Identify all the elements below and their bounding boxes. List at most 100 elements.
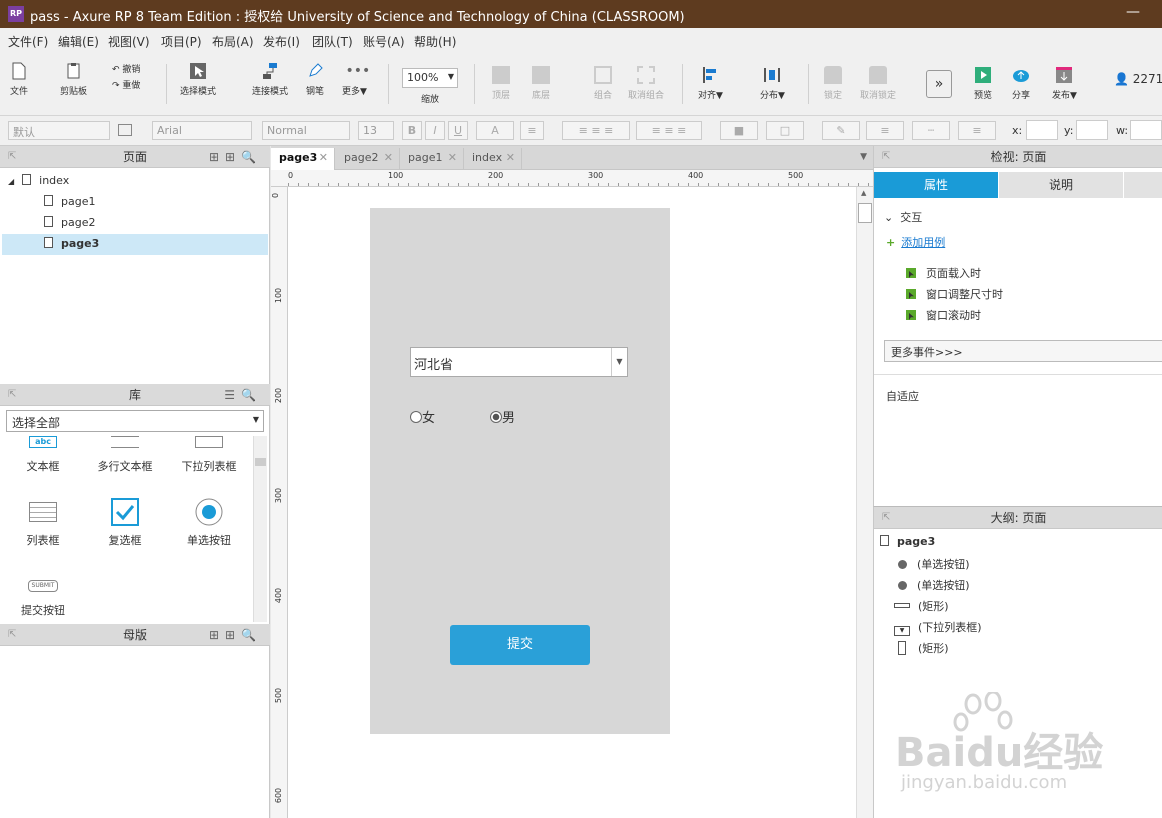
menu-account[interactable]: 账号(A) — [363, 33, 405, 50]
connect-mode-button[interactable]: 连接模式 — [252, 62, 288, 97]
line-style-button[interactable]: ┄ — [912, 121, 950, 140]
align-button[interactable]: 对齐▼ — [698, 66, 723, 101]
menu-project[interactable]: 项目(P) — [161, 33, 202, 50]
library-item-textbox[interactable]: abc 文本框 — [8, 436, 78, 474]
outline-item-radio-1[interactable]: (单选按钮) — [898, 556, 970, 572]
library-panel-actions[interactable]: ☰🔍 — [224, 384, 262, 406]
preview-button[interactable]: 预览 — [974, 66, 992, 101]
more-events-select[interactable]: 更多事件>>> — [884, 340, 1162, 362]
tab-style[interactable] — [1124, 172, 1162, 198]
scrollbar-thumb[interactable] — [858, 203, 872, 223]
design-canvas[interactable]: 河北省 ▼ 女 男 提交 — [288, 187, 856, 818]
group-button[interactable]: 组合 — [594, 66, 612, 101]
user-account[interactable]: 👤 2271 — [1114, 72, 1162, 86]
radio-female[interactable]: 女 — [410, 407, 435, 426]
province-select[interactable]: 河北省 ▼ — [410, 347, 628, 377]
pages-panel-actions[interactable]: ⊞⊞🔍 — [209, 146, 262, 168]
line-color-button[interactable]: ✎ — [822, 121, 860, 140]
tree-item-page3[interactable]: page3 — [44, 237, 99, 250]
library-item-droplist[interactable]: 下拉列表框 — [174, 436, 244, 474]
style-editor-icon[interactable] — [118, 124, 132, 136]
masters-panel-actions[interactable]: ⊞⊞🔍 — [209, 624, 262, 646]
tree-item-index[interactable]: ◢ index — [8, 174, 69, 187]
tabs-dropdown-icon[interactable]: ▼ — [860, 152, 867, 162]
event-window-scroll[interactable]: 窗口滚动时 — [906, 307, 981, 323]
font-color-button[interactable]: A — [476, 121, 514, 140]
ungroup-button[interactable]: 取消组合 — [628, 66, 664, 101]
menu-team[interactable]: 团队(T) — [312, 33, 353, 50]
x-input[interactable] — [1026, 120, 1058, 140]
vertical-align-group[interactable]: ≡ ≡ ≡ — [636, 121, 702, 140]
outline-root-page3[interactable]: page3 — [880, 535, 935, 548]
library-item-textarea[interactable]: 多行文本框 — [90, 436, 160, 474]
canvas-scrollbar[interactable]: ▲ — [856, 187, 873, 818]
menu-file[interactable]: 文件(F) — [8, 33, 48, 50]
underline-button[interactable]: U — [448, 121, 468, 140]
menu-help[interactable]: 帮助(H) — [414, 33, 456, 50]
event-page-load[interactable]: 页面载入时 — [906, 265, 981, 281]
library-filter-select[interactable]: 选择全部 ▼ — [6, 410, 264, 432]
library-item-radio[interactable]: 单选按钮 — [174, 498, 244, 548]
outline-item-radio-2[interactable]: (单选按钮) — [898, 577, 970, 593]
outline-item-rect-1[interactable]: (矩形) — [894, 598, 949, 614]
pin-icon[interactable]: ⇱ — [8, 146, 16, 168]
close-icon[interactable]: ✕ — [384, 148, 393, 168]
shadow-button[interactable]: □ — [766, 121, 804, 140]
font-weight-select[interactable]: Normal — [262, 121, 350, 140]
menu-edit[interactable]: 编辑(E) — [58, 33, 99, 50]
menu-layout[interactable]: 布局(A) — [212, 33, 254, 50]
share-button[interactable]: 分享 — [1012, 66, 1030, 101]
fill-color-button[interactable]: ■ — [720, 121, 758, 140]
add-case-link[interactable]: + 添加用例 — [886, 234, 945, 250]
tab-page3[interactable]: page3 ✕ — [271, 148, 335, 170]
tab-page2[interactable]: page2 ✕ — [336, 148, 400, 170]
tree-item-page2[interactable]: page2 — [44, 216, 95, 229]
lock-button[interactable]: 锁定 — [824, 66, 842, 101]
expand-toolbar-button[interactable]: » — [926, 70, 952, 98]
italic-button[interactable]: I — [425, 121, 445, 140]
pin-icon[interactable]: ⇱ — [882, 146, 890, 168]
undo-button[interactable]: ↶ 撤销 — [112, 62, 140, 75]
tab-properties[interactable]: 属性 — [874, 172, 998, 198]
redo-button[interactable]: ↷ 重做 — [112, 78, 140, 91]
font-size-select[interactable]: 13 — [358, 121, 394, 140]
library-item-listbox[interactable]: 列表框 — [8, 502, 78, 548]
line-width-button[interactable]: ≡ — [866, 121, 904, 140]
style-select[interactable]: 默认 — [8, 121, 110, 140]
tree-item-page1[interactable]: page1 — [44, 195, 95, 208]
library-item-submit[interactable]: SUBMIT 提交按钮 — [8, 580, 78, 618]
file-button[interactable]: 文件 — [10, 62, 28, 97]
font-select[interactable]: Arial — [152, 121, 252, 140]
more-button[interactable]: ••• 更多▼ — [342, 62, 370, 97]
w-input[interactable] — [1130, 120, 1162, 140]
collapse-triangle-icon[interactable]: ◢ — [8, 177, 14, 186]
clipboard-button[interactable]: 剪贴板 — [60, 62, 87, 97]
close-icon[interactable]: ✕ — [506, 148, 515, 168]
tab-page1[interactable]: page1 ✕ — [400, 148, 464, 170]
library-scrollbar[interactable] — [253, 436, 267, 622]
bold-button[interactable]: B — [402, 121, 422, 140]
section-interaction[interactable]: ⌄ 交互 — [884, 209, 922, 225]
menu-view[interactable]: 视图(V) — [108, 33, 150, 50]
bullets-button[interactable]: ≡ — [520, 121, 544, 140]
minimize-button[interactable]: — — [1126, 4, 1140, 20]
distribute-button[interactable]: 分布▼ — [760, 66, 785, 101]
arrow-style-button[interactable]: ≡ — [958, 121, 996, 140]
menu-publish[interactable]: 发布(I) — [263, 33, 300, 50]
pin-icon[interactable]: ⇱ — [882, 507, 890, 529]
pen-button[interactable]: 钢笔 — [306, 62, 324, 97]
y-input[interactable] — [1076, 120, 1108, 140]
zoom-select[interactable]: 100% ▼ — [402, 68, 458, 88]
publish-button[interactable]: 发布▼ — [1052, 66, 1077, 101]
unlock-button[interactable]: 取消锁定 — [860, 66, 896, 101]
close-icon[interactable]: ✕ — [448, 148, 457, 168]
radio-male[interactable]: 男 — [490, 407, 515, 426]
library-item-checkbox[interactable]: 复选框 — [90, 498, 160, 548]
tab-index[interactable]: index ✕ — [464, 148, 522, 170]
select-mode-button[interactable]: 选择模式 — [180, 62, 216, 97]
tab-notes[interactable]: 说明 — [999, 172, 1123, 198]
close-icon[interactable]: ✕ — [319, 148, 328, 168]
text-align-group[interactable]: ≡ ≡ ≡ — [562, 121, 630, 140]
pin-icon[interactable]: ⇱ — [8, 624, 16, 646]
submit-button[interactable]: 提交 — [450, 625, 590, 665]
